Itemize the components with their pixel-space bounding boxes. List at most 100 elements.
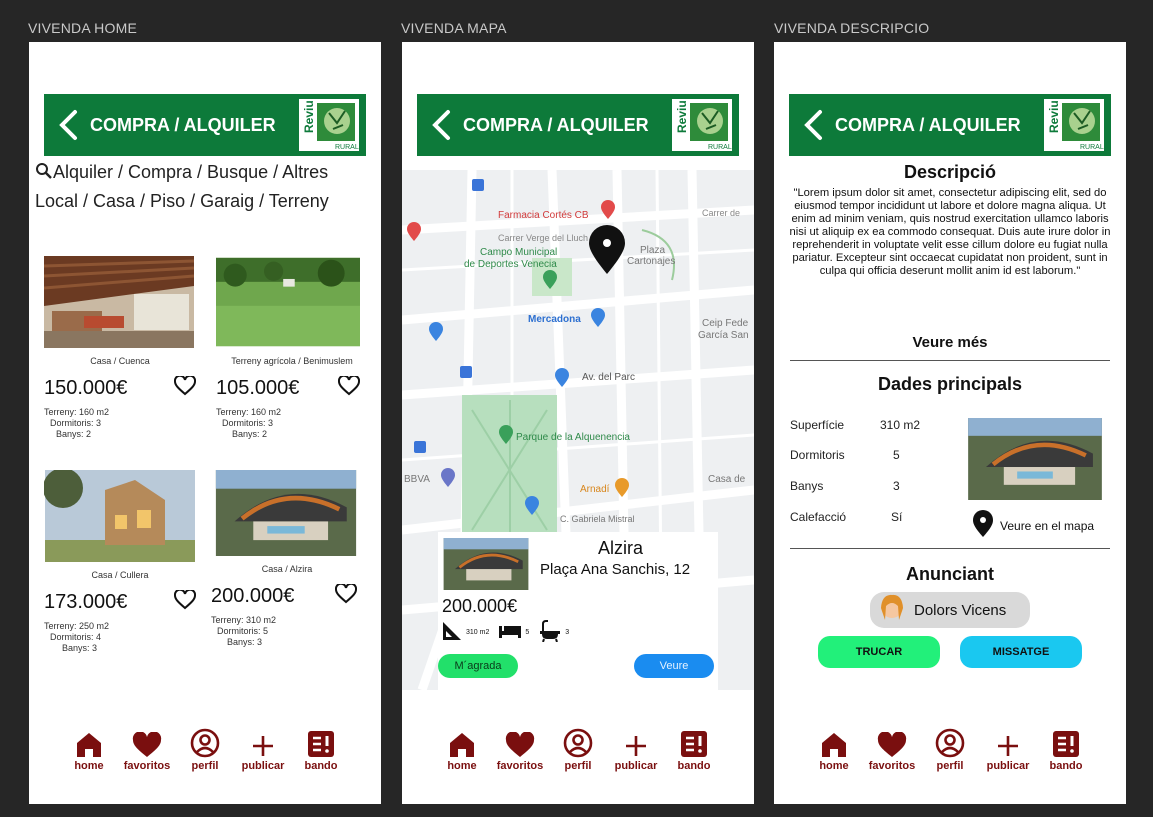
spec-label: Superfície	[790, 418, 845, 432]
nav-label: home	[819, 760, 849, 772]
spec-area: Terreny: 250 m2	[44, 621, 110, 631]
favorite-heart-icon[interactable]	[173, 374, 197, 401]
heart-icon	[877, 726, 907, 758]
shop-pin-icon[interactable]	[554, 368, 570, 393]
listing-caption: Casa / Alzira	[261, 564, 313, 574]
spec-value: 310 m2	[880, 418, 921, 432]
nav-home[interactable]: home	[433, 726, 491, 778]
map-label-carrer-de: Carrer de	[702, 208, 741, 218]
bank-pin-icon[interactable]	[440, 468, 456, 493]
favorite-heart-icon[interactable]	[334, 582, 358, 609]
nav-home[interactable]: home	[60, 726, 118, 778]
search-row-1[interactable]: Alquiler / Compra / Busque / Altres	[35, 162, 328, 185]
nav-perfil[interactable]: perfil	[549, 726, 607, 778]
logo-text-reviu: Reviu	[302, 100, 316, 133]
nav-bando[interactable]: bando	[292, 726, 350, 778]
property-photo[interactable]	[962, 418, 1108, 500]
pharmacy-pin-icon[interactable]	[600, 200, 616, 225]
nav-bando[interactable]: bando	[1037, 726, 1095, 778]
spec-baths: Banys: 2	[232, 429, 268, 439]
listing-city: Alzira	[598, 538, 644, 558]
user-icon	[190, 726, 220, 758]
favorite-heart-icon[interactable]	[173, 588, 197, 615]
listing-card[interactable]: Casa / Cullera 173.000€ Terreny: 250 m2 …	[43, 468, 197, 654]
view-on-map-link[interactable]: Veure en el mapa	[972, 510, 1094, 541]
map-label-street: Carrer Verge del Lluch	[498, 233, 589, 243]
place-pin-icon[interactable]	[406, 222, 422, 247]
listing-card[interactable]: Terreny agrícola / Benimuslem 105.000€ T…	[216, 256, 368, 440]
read-more-link[interactable]: Veure més	[774, 334, 1126, 351]
listing-features: 310 m2 5 3	[442, 620, 569, 644]
home-icon	[76, 726, 102, 758]
shop-pin-icon[interactable]	[524, 496, 540, 521]
like-button[interactable]: M´agrada	[438, 654, 518, 678]
frame-label-map: VIVENDA MAPA	[401, 20, 507, 36]
nav-favoritos[interactable]: favoritos	[863, 726, 921, 778]
map-listing-card[interactable]: Alzira Plaça Ana Sanchis, 12 200.000€ 31…	[438, 532, 718, 692]
nav-label: favoritos	[123, 760, 171, 772]
view-button[interactable]: Veure	[634, 654, 714, 678]
listing-price: 105.000€	[216, 377, 300, 399]
listing-specs: Terreny: 160 m2 Dormitoris: 3 Banys: 2	[216, 407, 368, 440]
listing-card[interactable]: Casa / Cuenca 150.000€ Terreny: 160 m2 D…	[43, 256, 197, 440]
nav-publicar[interactable]: publicar	[234, 726, 292, 778]
back-chevron-icon[interactable]	[50, 103, 86, 147]
nav-favoritos[interactable]: favoritos	[491, 726, 549, 778]
nav-label: publicar	[241, 760, 285, 772]
phone-home: COMPRA / ALQUILER Reviu RURAL Alquiler /…	[29, 42, 381, 804]
listing-photo[interactable]	[442, 538, 530, 590]
logo-text-reviu: Reviu	[1047, 100, 1061, 133]
nav-publicar[interactable]: publicar	[607, 726, 665, 778]
phone-description: COMPRA / ALQUILER Reviu RURAL Descripció…	[774, 42, 1126, 804]
nav-publicar[interactable]: publicar	[979, 726, 1037, 778]
food-pin-icon[interactable]	[614, 478, 630, 503]
call-button[interactable]: TRUCAR	[818, 636, 940, 668]
bathtub-icon	[539, 620, 561, 644]
nav-home[interactable]: home	[805, 726, 863, 778]
bed-icon	[499, 624, 522, 640]
nav-bando[interactable]: bando	[665, 726, 723, 778]
back-chevron-icon[interactable]	[423, 103, 459, 147]
listing-card[interactable]: Casa / Alzira 200.000€ Terreny: 310 m2 D…	[211, 470, 363, 648]
back-chevron-icon[interactable]	[795, 103, 831, 147]
shop-pin-icon[interactable]	[428, 322, 444, 347]
advertiser-chip[interactable]: Dolors Vicens	[870, 592, 1030, 628]
map-label-arnadi: Arnadí	[580, 484, 610, 495]
map-label-plaza: Plaza	[640, 245, 666, 256]
phone-map: COMPRA / ALQUILER Reviu RURAL Farmacia C…	[402, 42, 754, 804]
listing-specs: Terreny: 160 m2 Dormitoris: 3 Banys: 2	[44, 407, 196, 440]
map-label-farmacia: Farmacia Cortés CB	[498, 210, 589, 221]
frame-label-description: VIVENDA DESCRIPCIO	[774, 20, 930, 36]
header-title: COMPRA / ALQUILER	[90, 114, 276, 135]
shop-pin-icon[interactable]	[590, 308, 606, 333]
search-categories[interactable]: Alquiler / Compra / Busque / Altres	[53, 162, 328, 182]
nav-label: home	[447, 760, 477, 772]
message-button[interactable]: MISSATGE	[960, 636, 1082, 668]
nav-perfil[interactable]: perfil	[921, 726, 979, 778]
favorite-heart-icon[interactable]	[337, 374, 361, 401]
listing-photo[interactable]	[43, 468, 196, 562]
area-icon	[442, 621, 462, 643]
description-text: "Lorem ipsum dolor sit amet, consectetur…	[789, 187, 1111, 277]
listing-photo[interactable]	[211, 470, 361, 556]
listing-photo[interactable]	[43, 256, 195, 348]
park-pin-icon[interactable]	[498, 425, 514, 450]
park-pin-icon[interactable]	[542, 270, 558, 295]
nav-label: bando	[1049, 760, 1083, 772]
search-row-2[interactable]: Local / Casa / Piso / Garaig / Terreny	[35, 191, 329, 212]
bus-stop-icon	[414, 440, 426, 458]
bus-stop-icon	[472, 178, 484, 196]
logo-text-rural: RURAL	[1080, 144, 1104, 151]
reviu-rural-logo: Reviu RURAL	[1043, 98, 1105, 152]
nav-favoritos[interactable]: favoritos	[118, 726, 176, 778]
beds-value: 5	[525, 628, 530, 636]
listing-photo[interactable]	[216, 256, 360, 348]
nav-perfil[interactable]: perfil	[176, 726, 234, 778]
home-icon	[449, 726, 475, 758]
selected-location-pin-icon[interactable]	[587, 225, 627, 280]
spec-value: 3	[893, 479, 900, 493]
spec-value: 5	[893, 448, 900, 462]
listing-price: 150.000€	[44, 377, 128, 399]
map-pin-icon	[972, 510, 994, 541]
map-label-gabriela: C. Gabriela Mistral	[560, 514, 635, 524]
